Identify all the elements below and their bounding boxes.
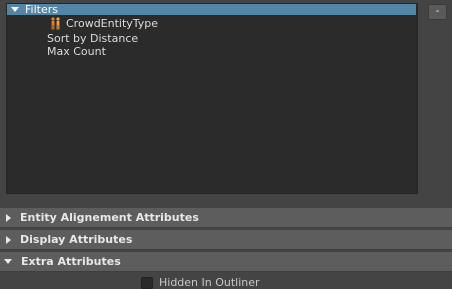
section-extra-attributes[interactable]: Extra Attributes (0, 252, 452, 272)
section-label: Extra Attributes (21, 255, 121, 268)
tree-item-label: CrowdEntityType (66, 17, 159, 30)
section-entity-alignement-attributes[interactable]: Entity Alignement Attributes (0, 208, 452, 228)
collapse-arrow-icon[interactable] (11, 7, 19, 12)
remove-button[interactable]: - (428, 4, 447, 20)
right-toolbar-strip (419, 0, 452, 205)
expand-arrow-icon (6, 235, 11, 244)
hidden-in-outliner-checkbox[interactable] (141, 276, 153, 289)
expand-arrow-icon (6, 213, 11, 222)
filters-title: Filters (25, 3, 58, 16)
section-label: Entity Alignement Attributes (20, 211, 199, 224)
collapse-arrow-icon (4, 259, 12, 264)
section-label: Display Attributes (20, 233, 133, 246)
filters-header[interactable]: Filters (7, 4, 416, 15)
tree-item-sort-by-distance[interactable]: Sort by Distance (47, 32, 138, 45)
hidden-in-outliner-label: Hidden In Outliner (159, 276, 260, 289)
tree-item-crowd-entity-type[interactable]: CrowdEntityType (48, 17, 158, 30)
crowd-entity-icon (48, 17, 64, 30)
tree-item-label: Sort by Distance (47, 32, 139, 45)
tree-item-label: Max Count (47, 45, 106, 58)
section-display-attributes[interactable]: Display Attributes (0, 230, 452, 250)
hidden-in-outliner-row[interactable]: Hidden In Outliner (141, 276, 260, 289)
tree-item-max-count[interactable]: Max Count (47, 45, 106, 58)
